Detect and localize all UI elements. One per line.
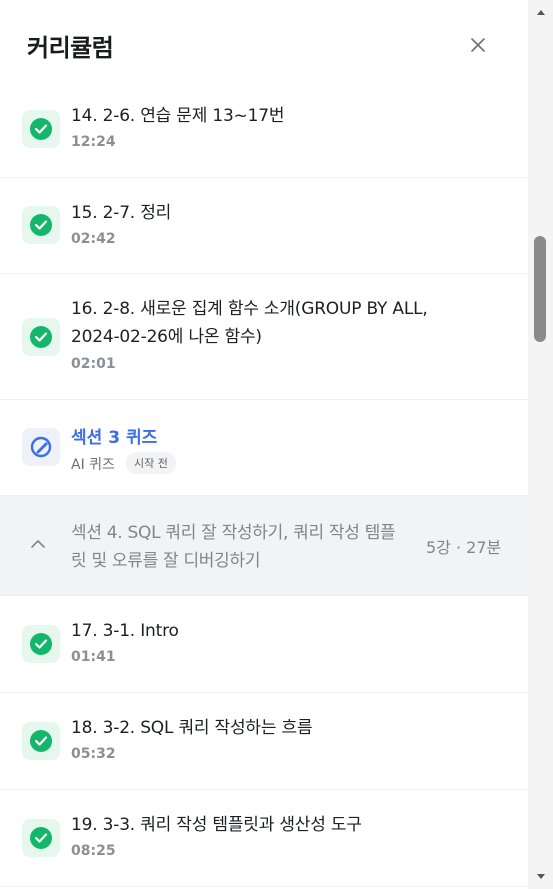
lesson-item[interactable]: 14. 2-6. 연습 문제 13~17번 12:24 — [0, 90, 528, 178]
lesson-title: 18. 3-2. SQL 쿼리 작성하는 흐름 — [71, 718, 313, 738]
lesson-item[interactable]: 16. 2-8. 새로운 집계 함수 소개(GROUP BY ALL, 2024… — [0, 274, 528, 400]
scrollbar-thumb[interactable] — [534, 236, 546, 342]
lesson-title: 14. 2-6. 연습 문제 13~17번 — [71, 106, 285, 126]
chevron-up-icon — [31, 540, 45, 548]
completed-check-icon — [22, 206, 60, 244]
close-button[interactable] — [466, 33, 490, 57]
completed-check-icon — [22, 318, 60, 356]
lesson-title: 15. 2-7. 정리 — [71, 203, 172, 223]
lesson-title-line1: 16. 2-8. 새로운 집계 함수 소개(GROUP BY ALL, — [71, 299, 428, 319]
lesson-duration: 01:41 — [71, 649, 116, 665]
lesson-duration: 12:24 — [71, 134, 116, 150]
quiz-title: 섹션 3 퀴즈 — [71, 428, 158, 448]
lesson-duration: 08:25 — [71, 843, 116, 859]
close-icon — [471, 38, 485, 52]
quiz-type: AI 퀴즈 — [71, 457, 115, 473]
completed-check-icon — [22, 625, 60, 663]
scroll-up-arrow-icon[interactable] — [536, 8, 546, 16]
section-header[interactable]: 섹션 4. SQL 쿼리 잘 작성하기, 쿼리 작성 템플 릿 및 오류를 잘 디… — [0, 496, 528, 596]
curriculum-panel: 커리큘럼 14. 2-6. 연습 문제 13~17번 12:24 15. 2-7… — [0, 0, 528, 889]
completed-check-icon — [22, 110, 60, 148]
lesson-title-line2: 2024-02-26에 나온 함수) — [71, 327, 262, 347]
lesson-title: 17. 3-1. Intro — [71, 621, 179, 641]
panel-header: 커리큘럼 — [0, 0, 528, 90]
lesson-item[interactable]: 15. 2-7. 정리 02:42 — [0, 178, 528, 274]
lesson-duration: 02:01 — [71, 356, 116, 372]
completed-check-icon — [22, 819, 60, 857]
section-meta: 5강 · 27분 — [426, 538, 502, 557]
section-title: 섹션 4. SQL 쿼리 잘 작성하기, 쿼리 작성 템플 릿 및 오류를 잘 디… — [71, 523, 396, 571]
lesson-item[interactable]: 17. 3-1. Intro 01:41 — [0, 596, 528, 693]
lesson-title: 19. 3-3. 쿼리 작성 템플릿과 생산성 도구 — [71, 815, 362, 835]
quiz-item[interactable]: 섹션 3 퀴즈 AI 퀴즈 시작 전 — [0, 400, 528, 496]
completed-check-icon — [22, 722, 60, 760]
lesson-item[interactable]: 19. 3-3. 쿼리 작성 템플릿과 생산성 도구 08:25 — [0, 790, 528, 887]
status-badge: 시작 전 — [126, 452, 176, 474]
scroll-down-arrow-icon[interactable] — [536, 873, 546, 881]
lesson-list: 14. 2-6. 연습 문제 13~17번 12:24 15. 2-7. 정리 … — [0, 90, 528, 887]
lesson-duration: 05:32 — [71, 746, 116, 762]
lesson-duration: 02:42 — [71, 231, 116, 247]
quiz-pencil-icon — [22, 428, 60, 466]
panel-title: 커리큘럼 — [27, 34, 114, 62]
scrollbar-track[interactable] — [528, 0, 553, 889]
lesson-item[interactable]: 18. 3-2. SQL 쿼리 작성하는 흐름 05:32 — [0, 693, 528, 790]
